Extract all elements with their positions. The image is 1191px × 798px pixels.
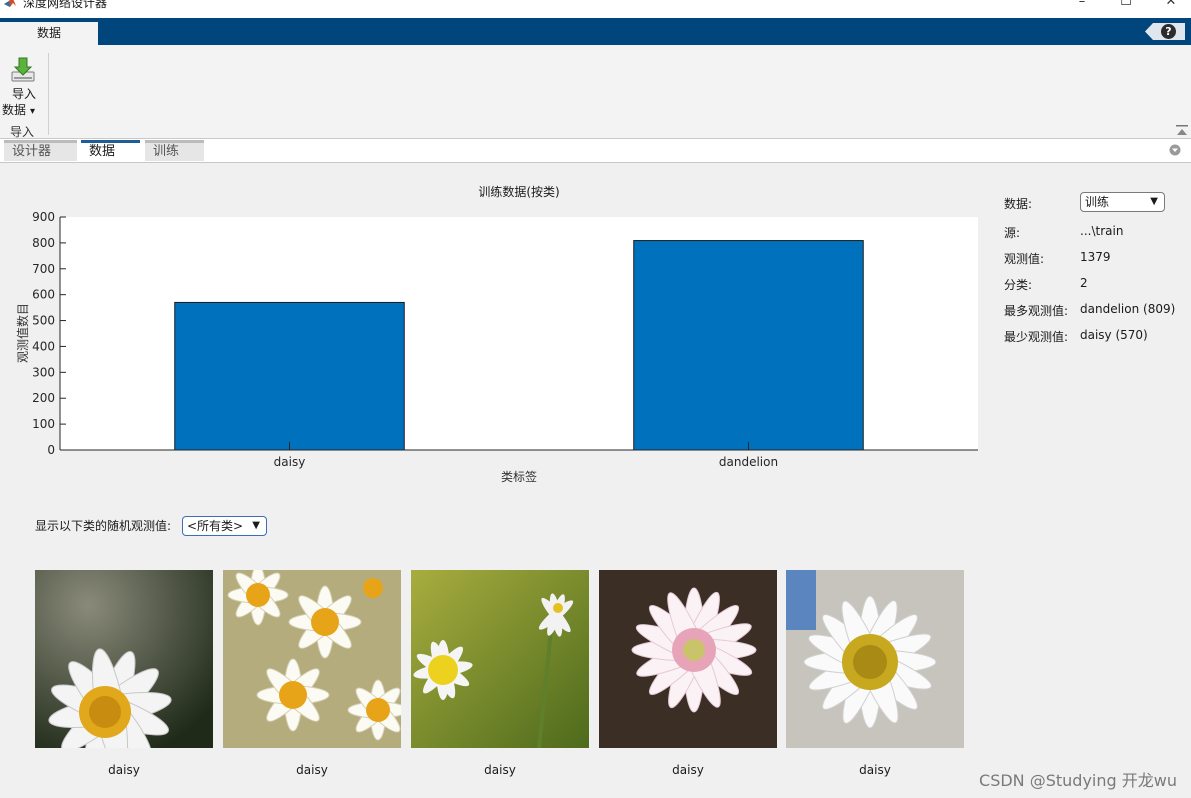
observation-image <box>786 570 964 748</box>
source-value: ...\train <box>1080 224 1124 238</box>
y-tick-label: 300 <box>32 365 55 379</box>
tab-data[interactable]: 数据 <box>81 140 140 161</box>
observation-label: daisy <box>296 763 328 777</box>
classes-label: 分类: <box>1004 278 1033 292</box>
class-filter-label: 显示以下类的随机观测值: <box>35 519 172 533</box>
observation-label: daisy <box>484 763 516 777</box>
classes-value: 2 <box>1080 276 1088 290</box>
observation-image <box>223 570 401 748</box>
daisy-image-1 <box>35 570 213 748</box>
daisy-image-2 <box>223 570 401 748</box>
class-distribution-chart: 训练数据(按类) 0 100 200 300 400 500 600 700 800 900 da… <box>15 184 978 484</box>
observation-image <box>599 570 777 748</box>
observation-label: daisy <box>108 763 140 777</box>
observation-image <box>411 570 589 748</box>
y-tick-label: 800 <box>32 236 55 250</box>
document-tabs: 设计器 数据 训练 <box>0 139 1191 163</box>
y-tick-label: 900 <box>32 210 55 224</box>
help-button[interactable]: ? <box>1145 23 1185 40</box>
observations-value: 1379 <box>1080 250 1111 264</box>
y-tick-label: 700 <box>32 262 55 276</box>
chevron-down-icon: ▼ <box>252 520 260 531</box>
ribbon-group-label: 导入 <box>9 125 34 139</box>
x-tick-label-dandelion: dandelion <box>719 455 778 469</box>
matlab-logo-icon <box>4 0 16 7</box>
y-tick-label: 0 <box>47 443 55 457</box>
import-label-line1: 导入 <box>11 87 36 101</box>
data-selector-label: 数据: <box>1004 197 1033 211</box>
x-axis-label: 类标签 <box>501 469 537 484</box>
y-tick-label: 100 <box>32 417 55 431</box>
observations-label: 观测值: <box>1004 252 1045 266</box>
collapse-ribbon-icon[interactable] <box>1176 125 1188 136</box>
observation-image <box>35 570 213 748</box>
maximize-button[interactable]: ☐ <box>1117 0 1135 9</box>
import-label-line2: 数据 ▾ <box>2 103 46 119</box>
watermark: CSDN @Studying 开龙wu <box>979 771 1177 790</box>
y-axis-label: 观测值数目 <box>15 303 30 363</box>
y-tick-label: 200 <box>32 391 55 405</box>
daisy-image-5 <box>786 570 964 748</box>
observation-label: daisy <box>859 763 891 777</box>
bar-dandelion <box>633 240 864 451</box>
help-icon: ? <box>1161 24 1176 39</box>
import-arrow-icon <box>11 57 35 82</box>
daisy-image-3 <box>411 570 589 748</box>
ribbon-body: 导入 数据 ▾ 导入 <box>0 45 1191 139</box>
import-data-button[interactable]: 导入 数据 ▾ <box>2 53 46 119</box>
dropdown-caret-icon: ▾ <box>30 106 36 117</box>
data-selector-dropdown[interactable]: 训练 ▼ <box>1080 192 1165 212</box>
class-filter-dropdown[interactable]: <所有类> ▼ <box>182 516 267 536</box>
tab-designer[interactable]: 设计器 <box>4 140 77 161</box>
ribbon-tabstrip: 数据 ? <box>0 18 1191 45</box>
y-tick-label: 400 <box>32 339 55 353</box>
tab-menu-icon[interactable] <box>1169 144 1181 156</box>
x-tick-label-daisy: daisy <box>274 455 306 469</box>
window-title: 深度网络设计器 <box>23 0 108 10</box>
import-label-data: 数据 <box>2 103 27 117</box>
y-tick-label: 600 <box>32 288 55 302</box>
bar-daisy <box>174 301 405 451</box>
min-observations-value: daisy (570) <box>1080 328 1148 342</box>
source-label: 源: <box>1004 226 1021 240</box>
y-tick-label: 500 <box>32 314 55 328</box>
data-selector-value: 训练 <box>1085 195 1110 209</box>
minimize-button[interactable]: – <box>1073 0 1091 9</box>
chart-title: 训练数据(按类) <box>478 184 559 199</box>
max-observations-value: dandelion (809) <box>1080 302 1176 316</box>
tab-training[interactable]: 训练 <box>145 140 204 161</box>
observation-label: daisy <box>672 763 704 777</box>
daisy-image-4 <box>599 570 777 748</box>
ribbon-group-separator <box>48 53 49 135</box>
max-observations-label: 最多观测值: <box>1004 304 1069 318</box>
close-button[interactable]: ✕ <box>1162 0 1180 9</box>
ribbon-tab-data[interactable]: 数据 <box>0 22 98 45</box>
chevron-down-icon: ▼ <box>1150 196 1158 207</box>
class-filter-value: <所有类> <box>187 519 244 533</box>
window-titlebar: 深度网络设计器 – ☐ ✕ <box>0 0 1191 18</box>
min-observations-label: 最少观测值: <box>1004 330 1069 344</box>
